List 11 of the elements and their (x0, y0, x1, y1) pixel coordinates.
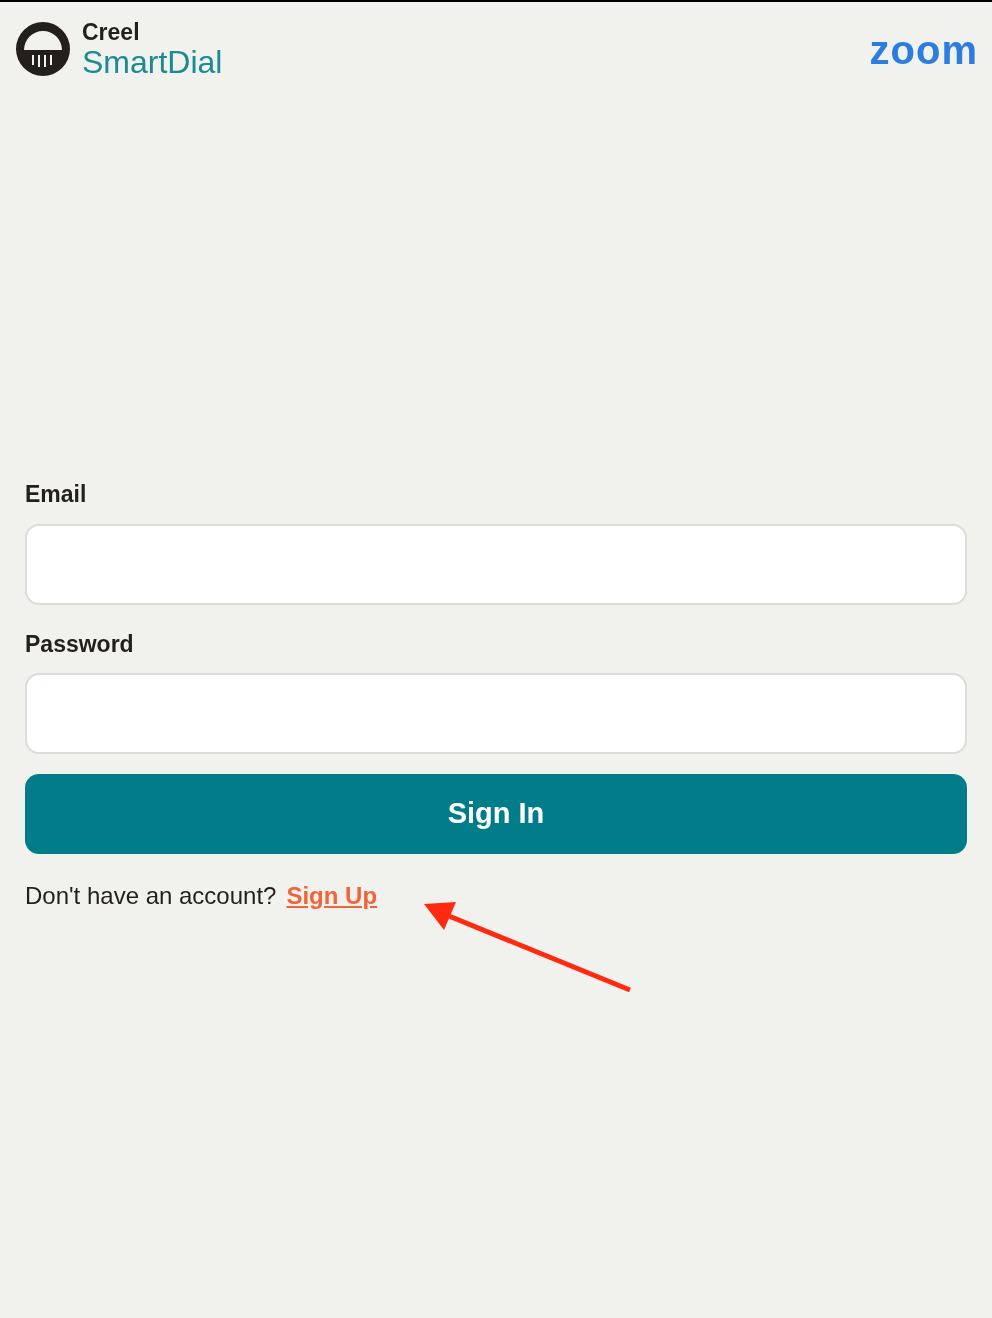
partner-logo: zoom (869, 30, 978, 70)
email-field[interactable] (25, 523, 967, 605)
sign-in-button[interactable]: Sign In (25, 774, 967, 854)
signup-prompt: Don't have an account? (25, 881, 277, 911)
brand-subtitle: Creel (82, 20, 141, 44)
field-label: Password (25, 629, 135, 659)
password-field[interactable] (25, 673, 967, 754)
field-label: Email (25, 480, 88, 509)
sign-up-link[interactable]: Sign Up (286, 878, 378, 914)
logo-icon (14, 20, 72, 78)
brand-name: SmartDial (82, 45, 223, 78)
